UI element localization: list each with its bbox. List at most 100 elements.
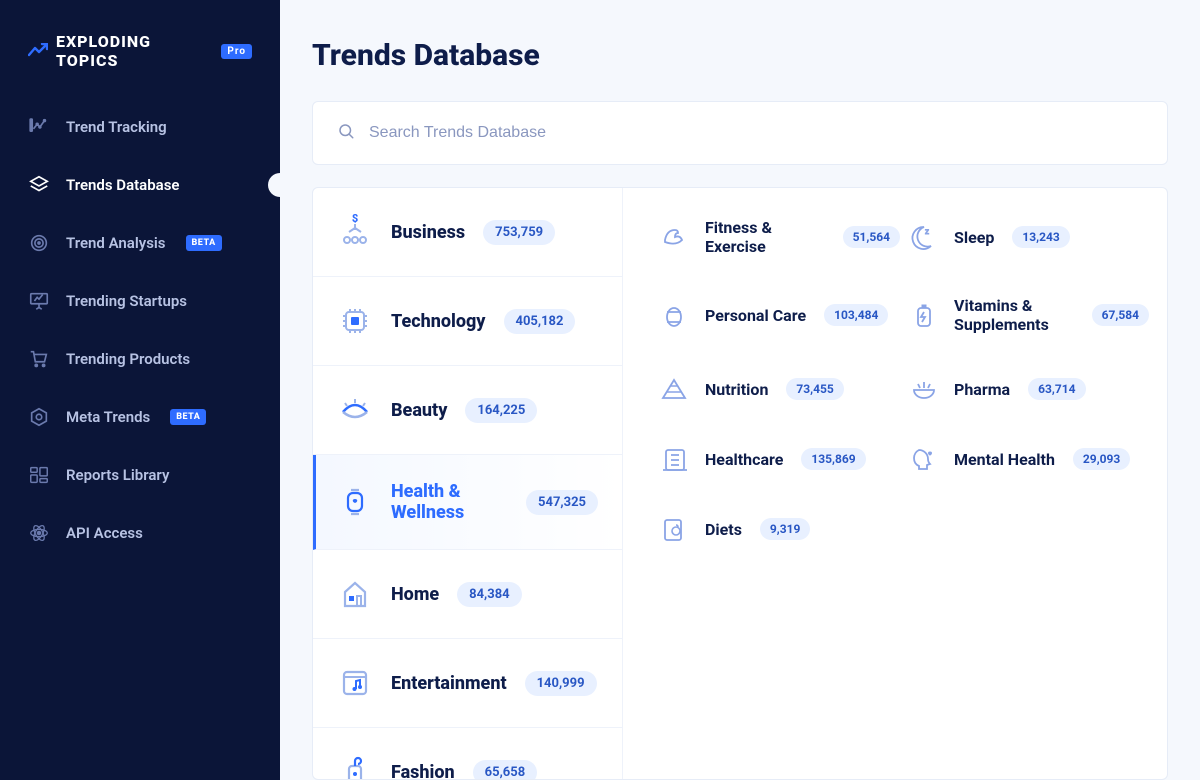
brand-logo[interactable]: EXPLODING TOPICS Pro [0, 32, 280, 98]
nav-label: API Access [66, 524, 143, 542]
subcategory-nutrition[interactable]: Nutrition 73,455 [659, 374, 900, 404]
category-technology[interactable]: Technology 405,182 [313, 277, 622, 366]
nav-label: Reports Library [66, 466, 169, 484]
nav-label: Meta Trends [66, 408, 150, 426]
nav-label: Trend Tracking [66, 118, 167, 136]
subcategory-count: 9,319 [760, 518, 811, 540]
subcategory-column: Fitness & Exercise 51,564 Sleep13,243 Perso… [623, 188, 1167, 779]
category-grid: Business753,759 Technology 405,182 Beauty 16… [312, 187, 1168, 780]
nav-label: Trending Startups [66, 292, 187, 310]
subcategory-label: Diets [705, 520, 742, 539]
subcategory-label: Vitamins & Supplements [954, 296, 1074, 334]
category-entertainment[interactable]: Entertainment 140,999 [313, 639, 622, 728]
category-count: 84,384 [457, 582, 522, 607]
pro-badge: Pro [221, 44, 252, 59]
presentation-icon [28, 290, 50, 312]
category-health-wellness[interactable]: Health & Wellness 547,325 [313, 455, 622, 550]
house-icon [337, 576, 373, 612]
subcategory-count: 63,714 [1028, 378, 1085, 400]
subcategory-label: Mental Health [954, 450, 1055, 469]
page-title: Trends Database [312, 38, 1168, 73]
moon-icon [908, 222, 938, 252]
bowl-icon [908, 374, 938, 404]
nav-label: Trends Database [66, 176, 180, 194]
atom-icon [28, 522, 50, 544]
target-icon [28, 232, 50, 254]
category-count: 164,225 [465, 398, 537, 423]
sidebar-item-trends-database[interactable]: Trends Database [0, 156, 280, 214]
category-label: Beauty [391, 400, 447, 421]
search-box[interactable] [312, 101, 1168, 165]
subcategory-pharma[interactable]: Pharma 63,714 [908, 374, 1149, 404]
subcategory-fitness-exercise[interactable]: Fitness & Exercise 51,564 [659, 218, 900, 256]
subcategory-count: 103,484 [824, 304, 888, 326]
category-label: Health & Wellness [391, 481, 508, 523]
logo-arrow-icon [28, 41, 48, 62]
subcategory-count: 13,243 [1012, 226, 1069, 248]
sidebar-item-trend-tracking[interactable]: Trend Tracking [0, 98, 280, 156]
care-icon [659, 300, 689, 330]
sidebar-item-reports-library[interactable]: Reports Library [0, 446, 280, 504]
category-label: Fashion [391, 762, 455, 780]
brand-name: EXPLODING TOPICS [56, 32, 209, 70]
subcategory-diets[interactable]: Diets 9,319 [659, 514, 900, 544]
chart-line-icon [28, 116, 50, 138]
music-icon [337, 665, 373, 701]
subcategory-label: Personal Care [705, 306, 806, 325]
eye-icon [337, 392, 373, 428]
sidebar-item-trending-products[interactable]: Trending Products [0, 330, 280, 388]
category-count: 140,999 [525, 671, 597, 696]
subcategory-label: Fitness & Exercise [705, 218, 825, 256]
category-beauty[interactable]: Beauty 164,225 [313, 366, 622, 455]
hex-icon [28, 406, 50, 428]
subcategory-count: 135,869 [801, 448, 865, 470]
subcategory-count: 73,455 [786, 378, 843, 400]
apple-icon [659, 514, 689, 544]
category-column: Business753,759 Technology 405,182 Beauty 16… [313, 188, 623, 779]
search-icon [337, 122, 355, 144]
watch-icon [337, 484, 373, 520]
category-label: Home [391, 584, 439, 605]
subcategory-mental-health[interactable]: Mental Health 29,093 [908, 444, 1149, 474]
category-home[interactable]: Home 84,384 [313, 550, 622, 639]
subcategory-vitamins-supplements[interactable]: Vitamins & Supplements 67,584 [908, 296, 1149, 334]
subcategory-personal-care[interactable]: Personal Care 103,484 [659, 296, 900, 334]
nav-label: Trend Analysis [66, 234, 166, 252]
subcategory-healthcare[interactable]: Healthcare 135,869 [659, 444, 900, 474]
layers-icon [28, 174, 50, 196]
main: Trends Database Business753,759Technolog… [280, 0, 1200, 780]
chip-icon [337, 303, 373, 339]
category-count: 65,658 [473, 760, 538, 780]
subcategory-count: 51,564 [843, 226, 900, 248]
sidebar-item-trending-startups[interactable]: Trending Startups [0, 272, 280, 330]
tag-icon [337, 754, 373, 779]
nav-label: Trending Products [66, 350, 190, 368]
hospital-icon [659, 444, 689, 474]
subcategory-count: 29,093 [1073, 448, 1130, 470]
sidebar-item-meta-trends[interactable]: Meta Trends BETA [0, 388, 280, 446]
search-input[interactable] [369, 124, 1143, 142]
reports-icon [28, 464, 50, 486]
subcategory-label: Nutrition [705, 380, 768, 399]
category-count: 405,182 [504, 309, 576, 334]
category-count: 753,759 [483, 220, 555, 245]
muscle-icon [659, 222, 689, 252]
sidebar-item-api-access[interactable]: API Access [0, 504, 280, 562]
sidebar-item-trend-analysis[interactable]: Trend Analysis BETA [0, 214, 280, 272]
cart-icon [28, 348, 50, 370]
pyramid-icon [659, 374, 689, 404]
subcategory-label: Healthcare [705, 450, 783, 469]
category-label: Entertainment [391, 673, 507, 694]
category-business[interactable]: Business753,759 [313, 188, 622, 277]
subcategory-label: Pharma [954, 380, 1010, 399]
subcategory-count: 67,584 [1092, 304, 1149, 326]
beta-badge: BETA [170, 409, 206, 425]
category-fashion[interactable]: Fashion 65,658 [313, 728, 622, 779]
head-icon [908, 444, 938, 474]
category-label: Technology [391, 311, 486, 332]
sidebar-nav: Trend Tracking Trends Database Trend Analy… [0, 98, 280, 562]
category-count: 547,325 [526, 490, 598, 515]
subcategory-sleep[interactable]: Sleep13,243 [908, 218, 1149, 256]
business-icon [337, 214, 373, 250]
beta-badge: BETA [186, 235, 222, 251]
